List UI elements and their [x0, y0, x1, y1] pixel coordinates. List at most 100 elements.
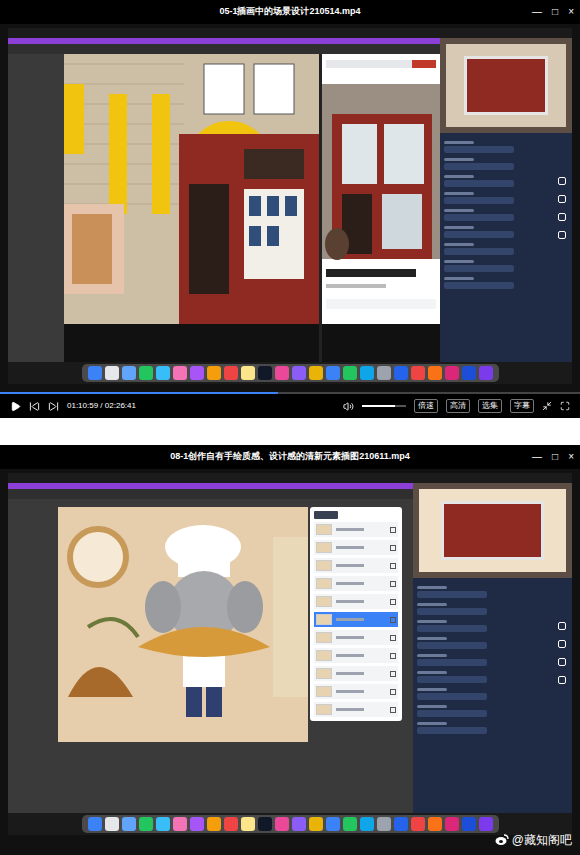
- player-controls: 01:10:59 / 02:26:41 倍速高清选集字幕: [0, 394, 580, 418]
- previous-icon[interactable]: [29, 401, 40, 412]
- dock-app-icon[interactable]: [88, 366, 102, 380]
- dock-app-icon[interactable]: [190, 817, 204, 831]
- side-tool-icon[interactable]: [558, 676, 566, 684]
- mini-player-icon[interactable]: [542, 401, 552, 411]
- player-option-button[interactable]: 字幕: [510, 399, 534, 413]
- side-tool-icon[interactable]: [558, 622, 566, 630]
- window-controls: — □ ×: [532, 445, 574, 469]
- dock-app-icon[interactable]: [105, 817, 119, 831]
- title-bar: 08-1创作自有手绘质感、设计感的清新元素插图210611.mp4—□×: [0, 445, 580, 469]
- layer-row[interactable]: [314, 594, 398, 609]
- player-option-button[interactable]: 倍速: [414, 399, 438, 413]
- dock-app-icon[interactable]: [343, 366, 357, 380]
- dock-app-icon[interactable]: [411, 366, 425, 380]
- dock-app-icon[interactable]: [445, 817, 459, 831]
- play-icon[interactable]: [10, 401, 21, 412]
- dock-app-icon[interactable]: [292, 366, 306, 380]
- window-control-button[interactable]: ×: [568, 452, 574, 462]
- video-frame: [0, 469, 580, 855]
- dock-app-icon[interactable]: [360, 366, 374, 380]
- weibo-logo-icon: [495, 834, 509, 846]
- dock-app-icon[interactable]: [360, 817, 374, 831]
- dock-app-icon[interactable]: [428, 817, 442, 831]
- dock-app-icon[interactable]: [224, 366, 238, 380]
- dock-app-icon[interactable]: [326, 366, 340, 380]
- dock-app-icon[interactable]: [190, 366, 204, 380]
- dock-app-icon[interactable]: [173, 366, 187, 380]
- layer-row[interactable]: [314, 522, 398, 537]
- reference-photo: [322, 54, 440, 324]
- side-tool-icon[interactable]: [558, 177, 566, 185]
- window-controls: — □ ×: [532, 0, 574, 24]
- screenshot-page: 05-1插画中的场景设计210514.mp4 — □ × 01:10:59 / 02:2…: [0, 0, 580, 855]
- dock-app-icon[interactable]: [156, 817, 170, 831]
- dock-app-icon[interactable]: [173, 817, 187, 831]
- video-frame: [0, 24, 580, 392]
- side-tool-icon[interactable]: [558, 640, 566, 648]
- dock-app-icon[interactable]: [156, 366, 170, 380]
- layer-row[interactable]: [314, 666, 398, 681]
- window-control-button[interactable]: ×: [568, 7, 574, 17]
- dock-app-icon[interactable]: [411, 817, 425, 831]
- dock-app-icon[interactable]: [139, 366, 153, 380]
- dock-app-icon[interactable]: [258, 817, 272, 831]
- layers-panel: [310, 507, 402, 721]
- volume-icon[interactable]: [343, 401, 354, 412]
- window-control-button[interactable]: □: [552, 7, 558, 17]
- dock-app-icon[interactable]: [462, 817, 476, 831]
- dock-app-icon[interactable]: [275, 366, 289, 380]
- dock-app-icon[interactable]: [377, 366, 391, 380]
- layer-row[interactable]: [314, 540, 398, 555]
- layer-row[interactable]: [314, 648, 398, 663]
- dock-app-icon[interactable]: [139, 817, 153, 831]
- next-icon[interactable]: [48, 401, 59, 412]
- dock-app-icon[interactable]: [377, 817, 391, 831]
- dock-app-icon[interactable]: [428, 366, 442, 380]
- dock-app-icon[interactable]: [343, 817, 357, 831]
- window-control-button[interactable]: —: [532, 7, 542, 17]
- dock-app-icon[interactable]: [207, 366, 221, 380]
- layer-row[interactable]: [314, 630, 398, 645]
- dock-app-icon[interactable]: [258, 366, 272, 380]
- dock: [8, 813, 572, 835]
- dock-app-icon[interactable]: [207, 817, 221, 831]
- player-option-button[interactable]: 高清: [446, 399, 470, 413]
- layer-row[interactable]: [314, 576, 398, 591]
- fullscreen-icon[interactable]: [560, 401, 570, 411]
- dock-app-icon[interactable]: [445, 366, 459, 380]
- chat-panel: [413, 578, 572, 813]
- webcam-view: [440, 38, 572, 133]
- dock-app-icon[interactable]: [275, 817, 289, 831]
- side-tool-icon[interactable]: [558, 231, 566, 239]
- chat-panel: [440, 133, 572, 362]
- dock-app-icon[interactable]: [309, 817, 323, 831]
- layer-row[interactable]: [314, 612, 398, 627]
- player-option-button[interactable]: 选集: [478, 399, 502, 413]
- dock-app-icon[interactable]: [394, 817, 408, 831]
- layer-row[interactable]: [314, 558, 398, 573]
- window-control-button[interactable]: —: [532, 452, 542, 462]
- dock-app-icon[interactable]: [88, 817, 102, 831]
- dock-app-icon[interactable]: [479, 366, 493, 380]
- dock-app-icon[interactable]: [309, 366, 323, 380]
- dock-app-icon[interactable]: [292, 817, 306, 831]
- dock-app-icon[interactable]: [241, 817, 255, 831]
- dock-app-icon[interactable]: [479, 817, 493, 831]
- side-tool-icon[interactable]: [558, 213, 566, 221]
- video-title: 05-1插画中的场景设计210514.mp4: [219, 5, 360, 19]
- dock-app-icon[interactable]: [241, 366, 255, 380]
- dock-app-icon[interactable]: [224, 817, 238, 831]
- side-tool-icon[interactable]: [558, 658, 566, 666]
- dock-app-icon[interactable]: [122, 366, 136, 380]
- volume-slider[interactable]: [362, 405, 406, 407]
- layer-row[interactable]: [314, 702, 398, 717]
- window-control-button[interactable]: □: [552, 452, 558, 462]
- layer-row[interactable]: [314, 684, 398, 699]
- dock-app-icon[interactable]: [105, 366, 119, 380]
- dock-app-icon[interactable]: [462, 366, 476, 380]
- time-display: 01:10:59 / 02:26:41: [67, 400, 136, 412]
- dock-app-icon[interactable]: [122, 817, 136, 831]
- dock-app-icon[interactable]: [394, 366, 408, 380]
- dock-app-icon[interactable]: [326, 817, 340, 831]
- side-tool-icon[interactable]: [558, 195, 566, 203]
